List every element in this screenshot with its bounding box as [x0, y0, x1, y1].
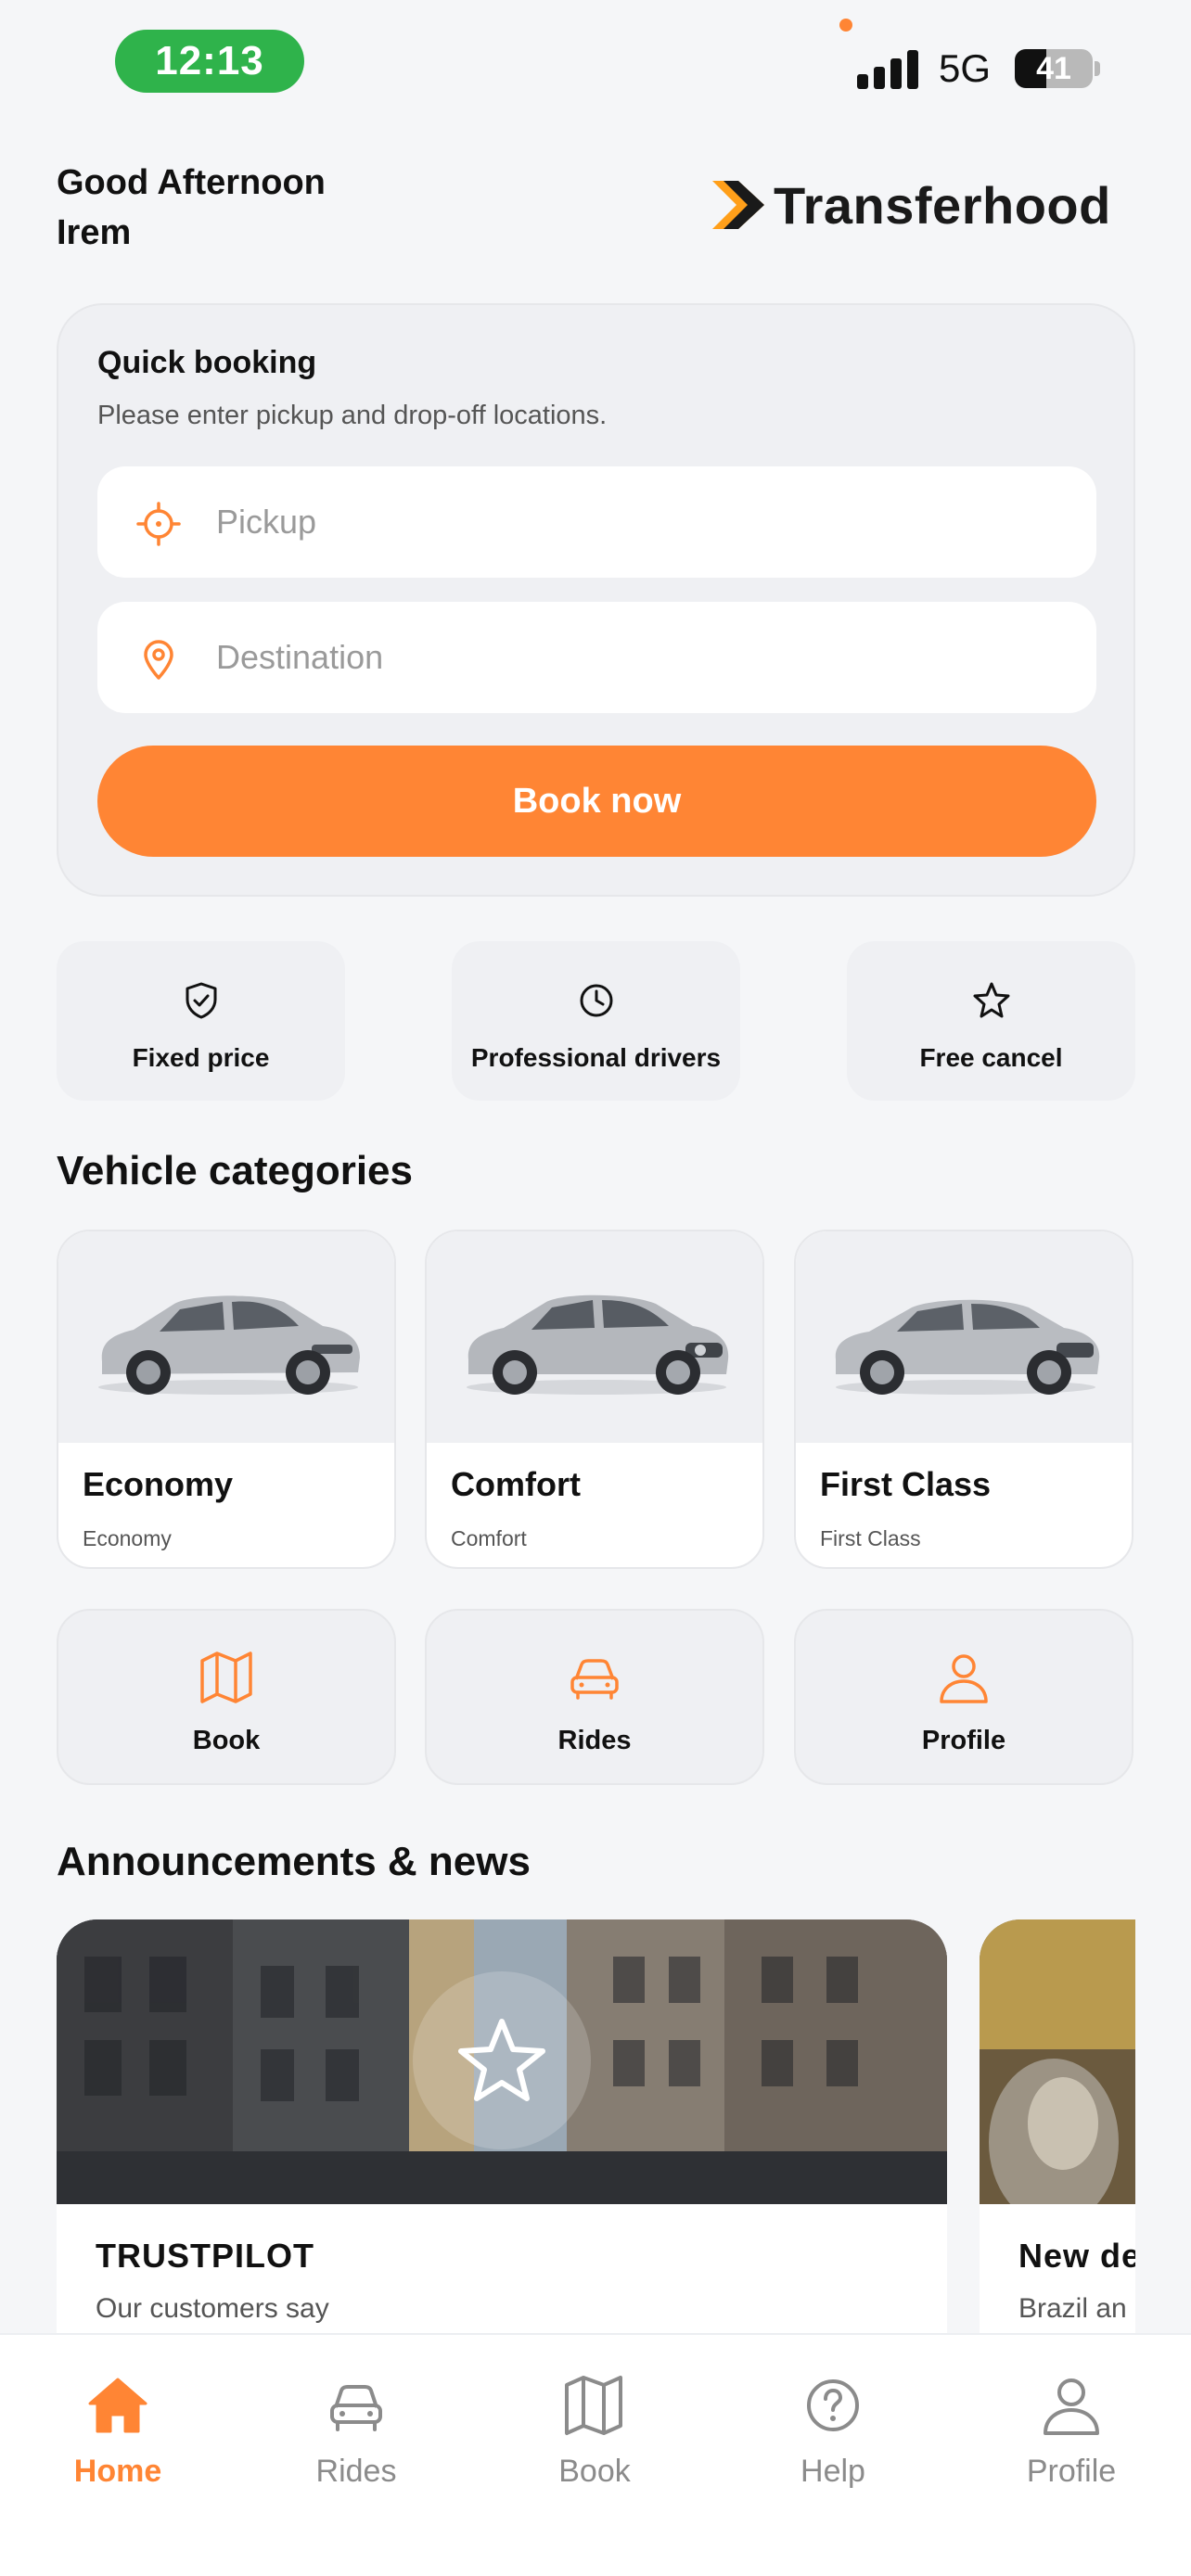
- vehicle-name: First Class: [820, 1465, 992, 1503]
- vehicle-card-economy[interactable]: Economy Economy: [57, 1230, 396, 1569]
- user-icon: [1044, 2378, 1099, 2435]
- car-icon: [330, 2385, 382, 2431]
- feature-label: Professional drivers: [470, 1043, 722, 1072]
- help-icon: [807, 2379, 859, 2431]
- destination-input[interactable]: [216, 630, 1051, 685]
- status-bar: 12:13 5G 41: [0, 0, 1191, 111]
- vehicle-image-area: [427, 1231, 762, 1443]
- vehicle-image-area: [796, 1231, 1132, 1443]
- shortcut-label: Rides: [557, 1726, 632, 1755]
- nav-label: Rides: [315, 2454, 397, 2489]
- nav-book[interactable]: Book: [502, 2372, 687, 2511]
- shortcut-label: Profile: [921, 1726, 1006, 1755]
- destination-field[interactable]: [97, 602, 1096, 713]
- map-icon: [200, 1651, 252, 1703]
- news-photo: [57, 1919, 947, 2204]
- greeting-line: Good Afternoon: [57, 163, 326, 202]
- art-image: [980, 1919, 1135, 2204]
- user-icon: [940, 1654, 988, 1703]
- vehicle-subtitle: First Class: [820, 1526, 921, 1550]
- battery-icon: 41: [1015, 49, 1093, 88]
- book-now-button[interactable]: Book now: [97, 746, 1096, 857]
- news-card-trustpilot[interactable]: TRUSTPILOT Our customers say: [57, 1919, 947, 2335]
- quick-booking-card: Quick booking Please enter pickup and dr…: [57, 303, 1135, 897]
- city-street-image: [57, 1919, 947, 2204]
- vehicle-name: Comfort: [451, 1465, 581, 1503]
- quick-booking-title: Quick booking: [97, 345, 317, 380]
- news-title: TRUSTPILOT: [96, 2237, 314, 2275]
- nav-label: Book: [558, 2454, 631, 2489]
- news-subtitle: Brazil an: [1018, 2293, 1127, 2324]
- status-time: 12:13: [115, 30, 304, 93]
- shield-check-icon: [186, 982, 216, 1019]
- vehicle-image-area: [58, 1231, 394, 1443]
- news-subtitle: Our customers say: [96, 2293, 329, 2324]
- clock-icon: [580, 984, 612, 1017]
- battery-cap: [1095, 61, 1100, 76]
- car-image: [835, 1299, 1100, 1395]
- nav-home[interactable]: Home: [25, 2372, 211, 2511]
- news-photo: [980, 1919, 1135, 2204]
- vehicle-card-comfort[interactable]: Comfort Comfort: [425, 1230, 764, 1569]
- news-title: New de: [1018, 2237, 1135, 2275]
- crosshair-icon: [136, 502, 181, 546]
- nav-label: Home: [73, 2454, 162, 2489]
- shortcut-label: Book: [192, 1726, 261, 1755]
- shortcut-profile[interactable]: Profile: [794, 1609, 1133, 1785]
- nav-profile[interactable]: Profile: [979, 2372, 1164, 2511]
- signal-strength-icon: [857, 48, 918, 89]
- logo-mark-icon: [712, 181, 764, 229]
- network-type: 5G: [939, 46, 992, 90]
- location-pin-icon: [144, 640, 173, 680]
- vehicle-categories-title: Vehicle categories: [57, 1148, 413, 1193]
- feature-label: Fixed price: [132, 1043, 270, 1072]
- nav-label: Help: [800, 2454, 865, 2489]
- car-icon: [570, 1659, 619, 1700]
- vehicle-subtitle: Economy: [83, 1526, 172, 1550]
- quick-booking-subtitle: Please enter pickup and drop-off locatio…: [97, 401, 608, 430]
- nav-help[interactable]: Help: [740, 2372, 926, 2511]
- news-card-new[interactable]: New de Brazil an: [980, 1919, 1135, 2335]
- vehicle-subtitle: Comfort: [451, 1526, 527, 1550]
- car-image: [467, 1294, 729, 1395]
- feature-label: Free cancel: [919, 1043, 1063, 1072]
- logo-wordmark: Transferhood: [774, 175, 1111, 235]
- map-icon: [565, 2376, 622, 2435]
- feature-fixed-price: Fixed price: [57, 941, 345, 1101]
- greeting: Good Afternoon Irem: [57, 158, 326, 258]
- vehicle-card-first-class[interactable]: First Class First Class: [794, 1230, 1133, 1569]
- feature-professional-drivers: Professional drivers: [452, 941, 740, 1101]
- shortcut-rides[interactable]: Rides: [425, 1609, 764, 1785]
- app-logo: Transferhood: [711, 172, 1137, 237]
- star-icon: [973, 982, 1009, 1018]
- home-icon: [88, 2378, 147, 2433]
- bottom-navigation: Home Rides Book Help Profile: [0, 2333, 1191, 2576]
- vehicle-name: Economy: [83, 1465, 234, 1503]
- nav-label: Profile: [1026, 2454, 1117, 2489]
- user-name: Irem: [57, 213, 132, 252]
- privacy-indicator-dot: [839, 19, 852, 32]
- news-section-title: Announcements & news: [57, 1839, 531, 1884]
- shortcut-book[interactable]: Book: [57, 1609, 396, 1785]
- news-carousel[interactable]: TRUSTPILOT Our customers say New de Braz…: [57, 1919, 1135, 2335]
- feature-free-cancel: Free cancel: [847, 941, 1135, 1101]
- car-image: [98, 1295, 361, 1395]
- pickup-input[interactable]: [216, 494, 1051, 550]
- nav-rides[interactable]: Rides: [263, 2372, 449, 2511]
- battery-level: 41: [1036, 50, 1071, 86]
- pickup-field[interactable]: [97, 466, 1096, 578]
